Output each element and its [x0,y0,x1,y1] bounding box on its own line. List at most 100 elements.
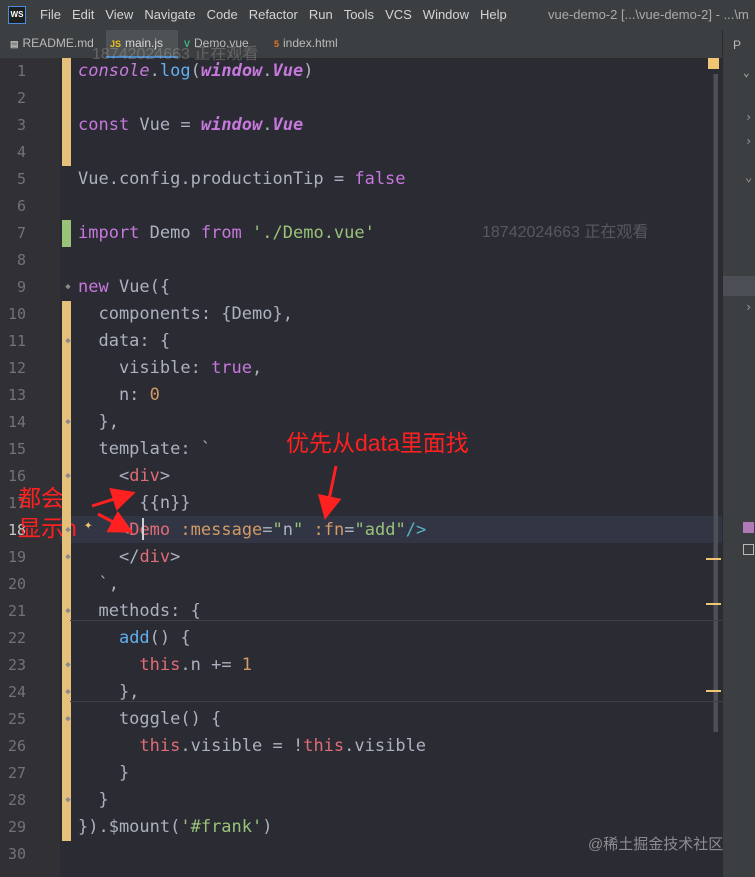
line-number[interactable]: 22 [0,625,26,652]
menu-window[interactable]: Window [423,7,469,22]
code-line[interactable]: visible: true, [78,355,262,382]
menu-navigate[interactable]: Navigate [144,7,195,22]
menu-vcs[interactable]: VCS [385,7,412,22]
code-line[interactable]: toggle() { [78,706,221,733]
line-number[interactable]: 12 [0,355,26,382]
code-token: Vue({ [108,277,171,297]
code-line[interactable]: <div> [78,463,170,490]
tab-index-html[interactable]: 5 index.html [270,30,360,58]
code-token: </ [118,547,140,567]
project-tool-window-strip[interactable]: P ⌄ › › ⌄ › [722,30,755,877]
code-line[interactable]: } [78,760,129,787]
line-number[interactable]: 28 [0,787,26,814]
site-watermark: @稀土掘金技术社区 [588,836,724,853]
code-line[interactable]: {{n}} [78,490,190,517]
code-line[interactable]: this.n += 1 [78,652,252,679]
code-line[interactable]: <Demo :message="n" :fn="add"/> [78,517,426,544]
code-line[interactable]: template: ` [78,436,211,463]
line-number[interactable]: 13 [0,382,26,409]
code-line[interactable]: components: {Demo}, [78,301,292,328]
menu-code[interactable]: Code [207,7,238,22]
line-number[interactable]: 11 [0,328,26,355]
menu-view[interactable]: View [105,7,133,22]
line-number[interactable]: 21 [0,598,26,625]
line-number[interactable]: 6 [0,193,26,220]
line-number[interactable]: 29 [0,814,26,841]
code-line[interactable]: Vue.config.productionTip = false [78,166,406,193]
code-line[interactable]: </div> [78,544,180,571]
fold-marker-icon[interactable]: ◆ [63,525,73,536]
collapse-icon[interactable]: ⌄ [743,66,750,79]
fold-marker-icon[interactable]: ◆ [63,417,73,428]
code-token: div [139,547,171,567]
chevron-right-icon[interactable]: › [745,300,752,314]
menu-refactor[interactable]: Refactor [249,7,298,22]
arrow-to-message-n [317,465,342,520]
fold-marker-icon[interactable]: ◆ [63,660,73,671]
code-token: new [78,277,109,297]
menu-help[interactable]: Help [480,7,507,22]
fold-marker-icon[interactable]: ◆ [63,471,73,482]
code-line[interactable]: add() { [78,625,191,652]
webstorm-logo-icon[interactable]: WS [8,6,26,24]
code-line[interactable]: const Vue = window.Vue [78,112,303,139]
line-number[interactable]: 15 [0,436,26,463]
line-number[interactable]: 3 [0,112,26,139]
line-number[interactable]: 26 [0,733,26,760]
code-line[interactable]: data: { [78,328,170,355]
line-number[interactable]: 30 [0,841,26,868]
line-number[interactable]: 2 [0,85,26,112]
code-line[interactable]: this.visible = !this.visible [78,733,426,760]
error-stripe-mark[interactable] [706,603,721,605]
fold-marker-icon[interactable]: ◆ [63,282,73,293]
menu-tools[interactable]: Tools [344,7,374,22]
project-panel-label[interactable]: P [733,38,741,52]
menu-edit[interactable]: Edit [72,7,94,22]
code-line[interactable]: new Vue({ [78,274,170,301]
fold-marker-icon[interactable]: ◆ [63,795,73,806]
code-token: true [211,358,253,378]
code-line[interactable]: } [78,787,108,814]
tab-readme-md[interactable]: ▤ README.md [6,30,104,58]
code-line[interactable]: }).$mount('#frank') [78,814,273,841]
code-line[interactable]: import Demo from './Demo.vue' [78,220,375,247]
fold-marker-icon[interactable]: ◆ [63,336,73,347]
line-number[interactable]: 5 [0,166,26,193]
code-line[interactable]: }, [78,409,118,436]
line-number[interactable]: 14 [0,409,26,436]
line-number[interactable]: 25 [0,706,26,733]
lightbulb-icon[interactable]: ✦ [84,517,92,533]
code-line[interactable]: n: 0 [78,382,160,409]
line-number[interactable]: 24 [0,679,26,706]
line-number[interactable]: 1 [0,58,26,85]
selected-tree-row[interactable] [723,276,755,296]
line-number[interactable]: 7 [0,220,26,247]
chevron-right-icon[interactable]: › [745,110,752,124]
line-number[interactable]: 8 [0,247,26,274]
fold-marker-icon[interactable]: ◆ [63,552,73,563]
line-number[interactable]: 9 [0,274,26,301]
inspection-status-icon[interactable] [708,58,719,69]
fold-marker-icon[interactable]: ◆ [63,714,73,725]
line-number[interactable]: 20 [0,571,26,598]
line-number[interactable]: 4 [0,139,26,166]
vcs-change-marker[interactable] [62,301,71,841]
line-number[interactable]: 19 [0,544,26,571]
vcs-change-marker[interactable] [62,220,71,247]
fold-marker-icon[interactable]: ◆ [63,687,73,698]
line-number[interactable]: 23 [0,652,26,679]
error-stripe-mark[interactable] [706,690,721,692]
scrollbar-thumb[interactable] [714,74,718,732]
method-separator [70,701,722,702]
chevron-down-icon[interactable]: ⌄ [745,170,752,184]
line-number[interactable]: 10 [0,301,26,328]
menu-file[interactable]: File [40,7,61,22]
code-token: ( [190,61,201,81]
code-line[interactable]: `, [78,571,118,598]
chevron-right-icon[interactable]: › [745,134,752,148]
error-stripe-mark[interactable] [706,558,721,560]
fold-marker-icon[interactable]: ◆ [63,606,73,617]
vcs-change-marker[interactable] [62,58,71,166]
line-number[interactable]: 27 [0,760,26,787]
menu-run[interactable]: Run [309,7,333,22]
